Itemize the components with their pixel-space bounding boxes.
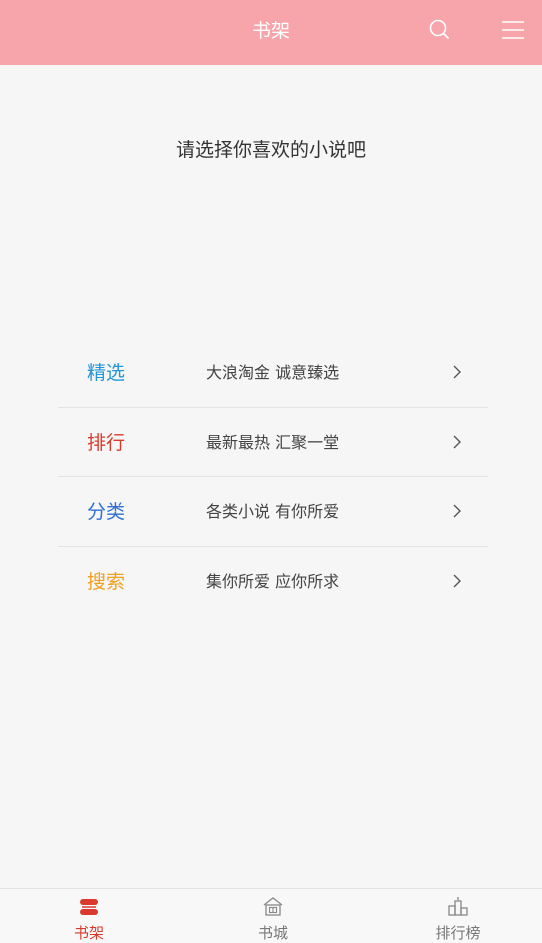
chevron-right-icon — [453, 504, 461, 518]
bookshelf-icon — [80, 899, 98, 915]
tab-bookstore[interactable]: 书城 — [213, 889, 333, 943]
menu-row-label: 分类 — [87, 501, 126, 523]
menu-row-desc: 集你所爱 应你所求 — [206, 571, 340, 591]
tab-label: 排行榜 — [435, 924, 481, 942]
chevron-right-icon — [453, 435, 461, 448]
bookstore-icon — [263, 897, 283, 916]
entry-menu-list: 精选 大浪淘金 诚意臻选 排行 最新最热 汇聚一堂 分类 各类小说 有你所爱 搜… — [58, 338, 488, 616]
menu-row-category[interactable]: 分类 各类小说 有你所爱 — [58, 477, 488, 547]
menu-row-ranking[interactable]: 排行 最新最热 汇聚一堂 — [58, 408, 488, 477]
menu-row-label: 搜索 — [87, 570, 126, 593]
menu-row-desc: 最新最热 汇聚一堂 — [206, 432, 340, 452]
chevron-right-icon — [453, 574, 461, 587]
chevron-right-icon — [453, 365, 461, 379]
menu-row-desc: 各类小说 有你所爱 — [206, 502, 340, 521]
tab-bookshelf[interactable]: 书架 — [29, 889, 149, 943]
tab-ranking[interactable]: 排行榜 — [398, 889, 518, 943]
tab-label: 书城 — [257, 924, 288, 942]
ranking-icon — [448, 897, 468, 916]
page-title: 书架 — [251, 20, 290, 42]
menu-row-desc: 大浪淘金 诚意臻选 — [206, 363, 340, 382]
bottom-tab-bar: 书架 书城 排行榜 — [0, 888, 542, 943]
menu-row-label: 排行 — [87, 431, 126, 454]
choose-novel-prompt: 请选择你喜欢的小说吧 — [175, 139, 366, 161]
menu-row-label: 精选 — [87, 362, 126, 384]
hamburger-menu-icon[interactable] — [498, 16, 528, 44]
app-root: 书架 请选择你喜欢的小说吧 精选 大浪淘金 诚意臻选 排行 最新最热 汇聚一堂 … — [0, 0, 542, 943]
search-icon[interactable] — [426, 16, 454, 44]
tab-label: 书架 — [73, 924, 104, 942]
menu-row-featured[interactable]: 精选 大浪淘金 诚意臻选 — [58, 338, 488, 408]
menu-row-search[interactable]: 搜索 集你所爱 应你所求 — [58, 547, 488, 617]
top-header: 书架 — [0, 0, 542, 65]
